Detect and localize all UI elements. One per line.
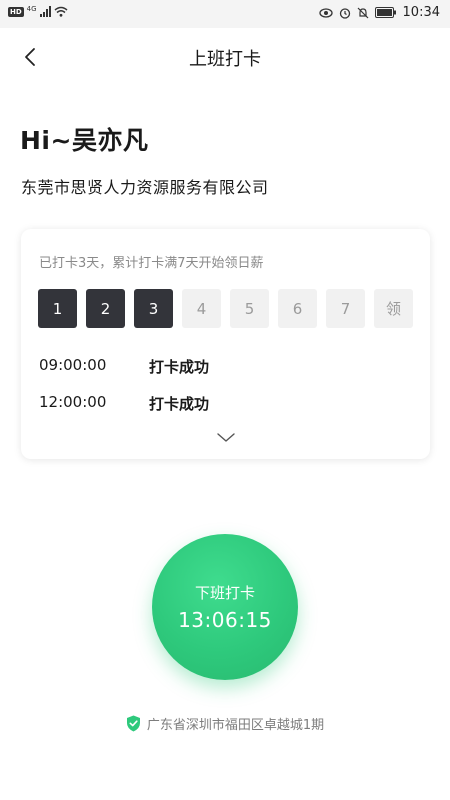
alarm-icon: [339, 7, 350, 19]
shield-check-icon: [126, 715, 140, 732]
location-row: 广东省深圳市福田区卓越城1期: [0, 714, 450, 733]
checkin-hint: 已打卡3天，累计打卡满7天开始领日薪: [39, 256, 264, 271]
claim-box[interactable]: 领: [374, 289, 413, 328]
checkout-button[interactable]: 下班打卡 13:06:15: [152, 534, 298, 680]
record-status: 打卡成功: [149, 395, 210, 413]
wifi-icon: [54, 6, 68, 17]
status-time: 10:34: [402, 5, 440, 20]
checkout-time: 13:06:15: [178, 608, 272, 632]
checkin-card: 已打卡3天，累计打卡满7天开始领日薪 1 2 3 4 5 6 7 领 09:00…: [21, 229, 430, 459]
record-row: 12:00:00 打卡成功: [39, 393, 209, 414]
status-right: 10:34: [318, 5, 440, 20]
day-box[interactable]: 1: [38, 289, 77, 328]
company-name: 东莞市思贤人力资源服务有限公司: [21, 178, 269, 197]
record-row: 09:00:00 打卡成功: [39, 356, 209, 377]
day-box[interactable]: 3: [134, 289, 173, 328]
location-text: 广东省深圳市福田区卓越城1期: [146, 718, 325, 733]
day-box[interactable]: 7: [326, 289, 365, 328]
checkout-label: 下班打卡: [194, 584, 255, 602]
eye-icon: [318, 7, 333, 18]
status-left: HD 4G: [8, 4, 68, 17]
hd-badge: HD: [8, 6, 24, 17]
page-title: 上班打卡: [189, 49, 261, 70]
record-time: 12:00:00: [39, 393, 107, 411]
mute-icon: [357, 7, 368, 18]
status-bar: HD 4G 10:34: [0, 0, 450, 28]
record-status: 打卡成功: [149, 358, 210, 376]
record-time: 09:00:00: [39, 356, 107, 374]
day-box[interactable]: 5: [230, 289, 269, 328]
greeting: Hi~吴亦凡: [20, 126, 149, 155]
day-box[interactable]: 2: [86, 289, 125, 328]
day-box[interactable]: 4: [182, 289, 221, 328]
page-header: 上班打卡: [0, 28, 450, 86]
network-type: 4G: [26, 4, 37, 13]
signal-icon: [39, 6, 51, 17]
day-box[interactable]: 6: [278, 289, 317, 328]
battery-icon: [374, 7, 396, 18]
day-progress: 1 2 3 4 5 6 7 领: [38, 289, 413, 328]
chevron-down-icon[interactable]: [217, 433, 235, 443]
